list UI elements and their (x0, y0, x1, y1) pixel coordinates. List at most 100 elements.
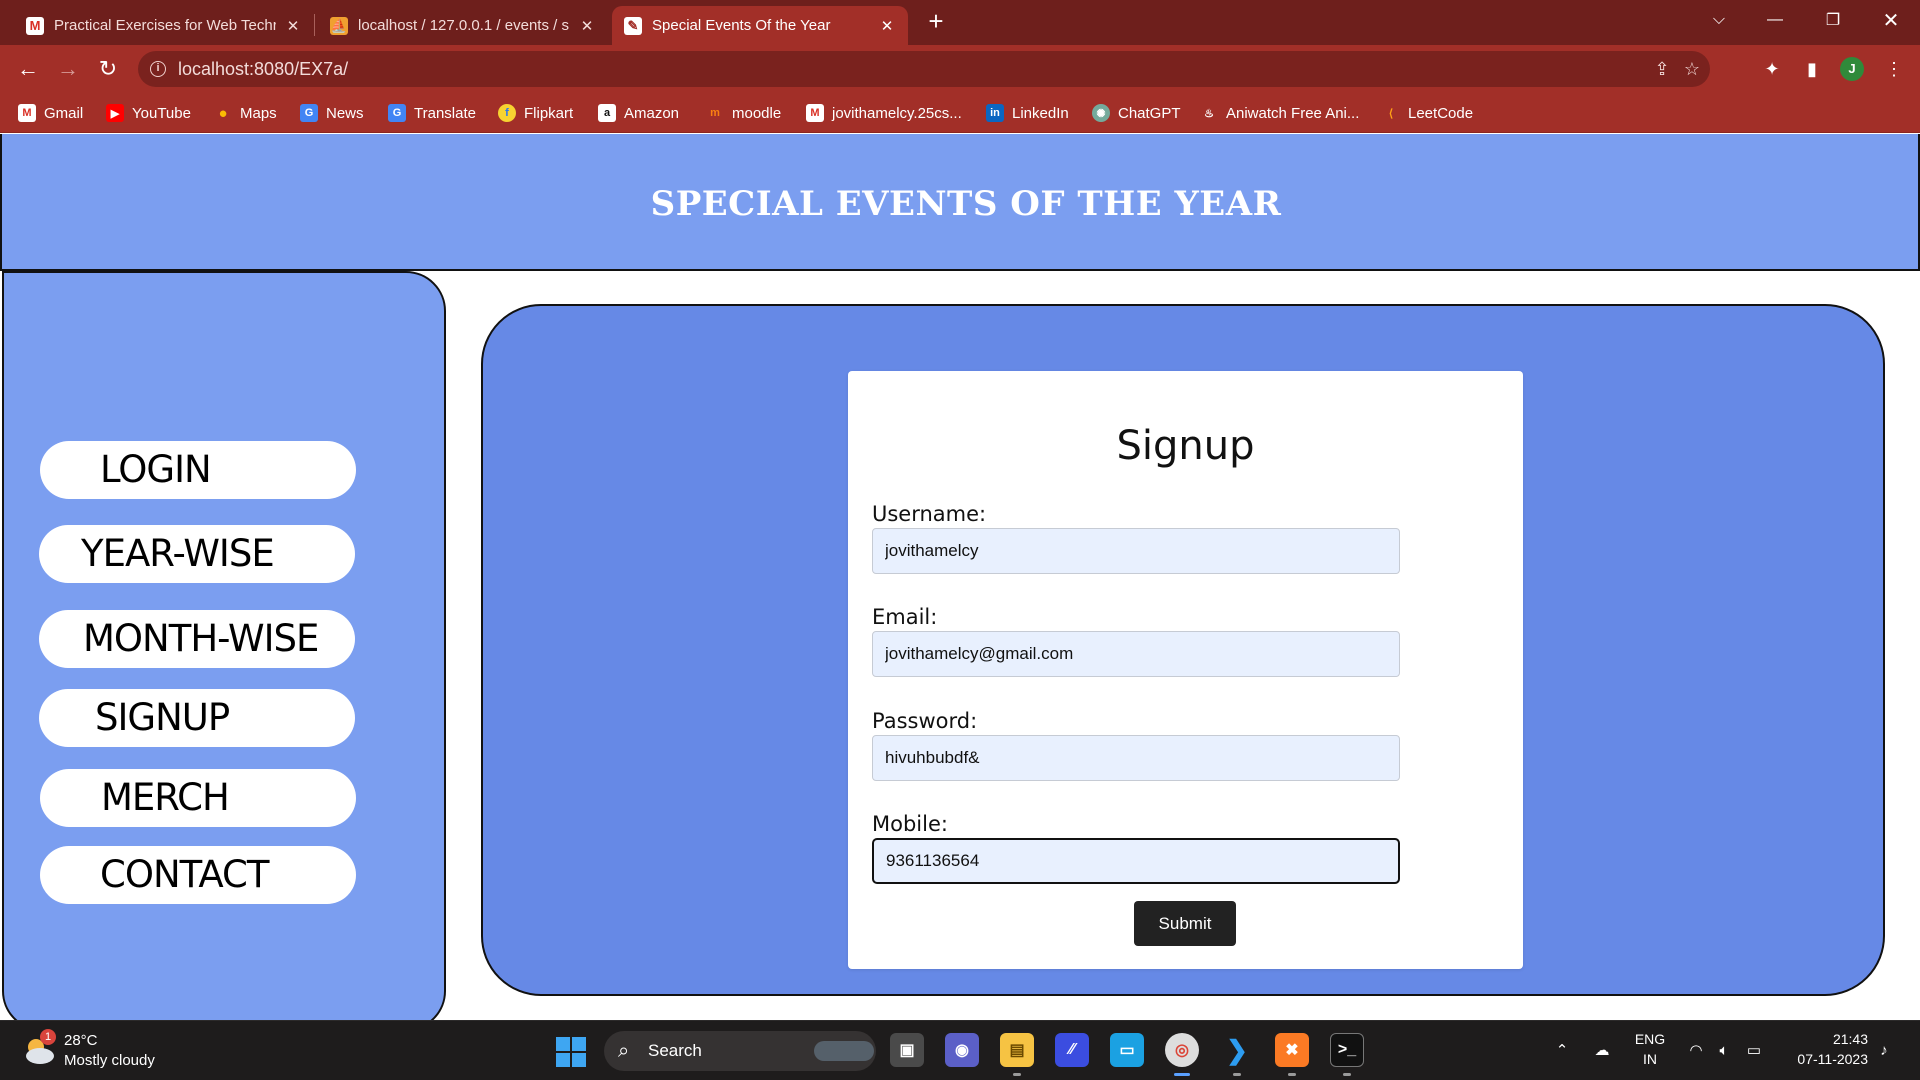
running-indicator (1233, 1073, 1241, 1076)
close-icon[interactable]: ✕ (284, 17, 302, 35)
bookmark-star-icon[interactable]: ☆ (1680, 57, 1704, 81)
extensions-puzzle-icon[interactable]: ✦ (1760, 57, 1784, 81)
site-info-icon[interactable]: i (150, 61, 166, 77)
username-input[interactable] (872, 528, 1400, 574)
moodle-icon: m (710, 107, 720, 119)
gmail-icon: M (18, 104, 36, 122)
taskbar-search[interactable]: ⌕ Search (604, 1031, 876, 1071)
nav-contact-button[interactable]: CONTACT (40, 846, 356, 904)
tab-search-chevron-icon[interactable]: ⌵ (1696, 0, 1742, 40)
tab-special-events[interactable]: ✎ Special Events Of the Year ✕ (612, 6, 908, 45)
bookmark-label: News (326, 104, 364, 122)
battery-icon[interactable]: ▭ (1744, 1041, 1764, 1061)
bookmark-linkedin[interactable]: in LinkedIn (986, 103, 1069, 123)
close-icon[interactable]: ✕ (578, 17, 596, 35)
bookmark-leetcode[interactable]: ⟨ LeetCode (1382, 103, 1473, 123)
notification-bell-icon[interactable]: ♪ (1874, 1041, 1894, 1061)
linkedin-icon: in (986, 104, 1004, 122)
minimize-icon[interactable]: — (1752, 0, 1798, 40)
bookmark-moodle[interactable]: m moodle (706, 103, 781, 123)
nav-merch-button[interactable]: MERCH (40, 769, 356, 827)
aniwatch-icon: ♨ (1204, 107, 1214, 120)
mobile-input[interactable] (872, 838, 1400, 884)
browser-tab-strip: M Practical Exercises for Web Techr ✕ ⛵ … (0, 0, 1920, 45)
forward-arrow-icon[interactable]: → (52, 53, 84, 85)
window-close-icon[interactable]: ✕ (1868, 0, 1914, 40)
url-text[interactable]: localhost:8080/EX7a/ (178, 59, 348, 80)
xampp-icon[interactable]: ✖ (1275, 1033, 1309, 1067)
bookmark-youtube[interactable]: ▶ YouTube (106, 103, 191, 123)
chevron-up-icon[interactable]: ⌃ (1552, 1041, 1572, 1061)
bookmark-flipkart[interactable]: f Flipkart (498, 103, 573, 123)
gmail-icon: M (806, 104, 824, 122)
email-label: Email: (872, 605, 938, 629)
volume-icon[interactable]: 🔈︎ (1714, 1041, 1734, 1061)
nav-login-button[interactable]: LOGIN (40, 441, 356, 499)
bookmark-label: Gmail (44, 104, 84, 122)
search-label: Search (648, 1041, 702, 1060)
youtube-icon: ▶ (106, 104, 124, 122)
bookmark-amazon[interactable]: a Amazon (598, 103, 679, 123)
wifi-icon[interactable]: ◠ (1686, 1041, 1706, 1061)
task-view-icon[interactable]: ▣ (890, 1033, 924, 1067)
bookmark-label: moodle (732, 104, 782, 122)
page-favicon-icon: ✎ (624, 16, 642, 35)
bookmark-aniwatch[interactable]: ♨ Aniwatch Free Ani... (1200, 103, 1359, 123)
email-input[interactable] (872, 631, 1400, 677)
more-menu-icon[interactable]: ⋮ (1882, 57, 1906, 81)
bookmark-maps[interactable]: ● Maps (214, 103, 276, 123)
bookmark-jovithamelcy[interactable]: M jovithamelcy.25cs... (806, 103, 962, 123)
running-indicator (1288, 1073, 1296, 1076)
bookmark-label: LeetCode (1408, 104, 1474, 122)
terminal-icon[interactable]: >_ (1330, 1033, 1364, 1067)
restore-icon[interactable]: ❐ (1810, 0, 1856, 40)
new-tab-button[interactable]: + (920, 6, 952, 38)
clock-time[interactable]: 21:43 (1784, 1031, 1868, 1047)
nav-signup-button[interactable]: SIGNUP (39, 689, 355, 747)
bookmark-chatgpt[interactable]: ✺ ChatGPT (1092, 103, 1181, 123)
tab-title: localhost / 127.0.0.1 / events / si (358, 17, 570, 34)
clock-date[interactable]: 07-11-2023 (1780, 1051, 1868, 1067)
side-panel-icon[interactable]: ▮ (1800, 57, 1824, 81)
windows-start-icon[interactable] (556, 1037, 586, 1067)
bookmarks-bar: M Gmail ▶ YouTube ● Maps G News G Transl… (0, 93, 1920, 133)
search-highlight-icon (814, 1041, 874, 1061)
bookmark-label: Translate (414, 104, 476, 122)
back-arrow-icon[interactable]: ← (12, 53, 44, 85)
form-title: Signup (1116, 423, 1255, 469)
teams-chat-icon[interactable]: ◉ (945, 1033, 979, 1067)
submit-button[interactable]: Submit (1134, 901, 1236, 946)
bookmark-news[interactable]: G News (300, 103, 364, 123)
chrome-icon[interactable]: ◎ (1165, 1033, 1199, 1067)
chatgpt-icon: ✺ (1092, 104, 1110, 122)
address-bar[interactable]: i localhost:8080/EX7a/ ⇪ ☆ (138, 51, 1710, 87)
tab-practical-exercises[interactable]: M Practical Exercises for Web Techr ✕ (14, 6, 314, 45)
password-input[interactable] (872, 735, 1400, 781)
file-explorer-icon[interactable]: ▤ (1000, 1033, 1034, 1067)
profile-avatar[interactable]: J (1840, 57, 1864, 81)
signup-form: Signup Username: Email: Password: Mobile… (848, 371, 1523, 969)
close-icon[interactable]: ✕ (878, 17, 896, 35)
running-indicator (1013, 1073, 1021, 1076)
flipkart-icon: f (498, 104, 516, 122)
share-icon[interactable]: ⇪ (1650, 57, 1674, 81)
remote-desktop-icon[interactable]: ▭ (1110, 1033, 1144, 1067)
onedrive-offline-icon[interactable]: ☁ (1592, 1041, 1612, 1061)
vscode-icon[interactable]: ❯ (1220, 1033, 1254, 1067)
amazon-icon: a (598, 104, 616, 122)
gmail-icon: M (26, 16, 44, 35)
web-page: SPECIAL EVENTS OF THE YEAR LOGIN YEAR-WI… (0, 134, 1920, 1020)
region-indicator[interactable]: IN (1628, 1051, 1672, 1067)
nav-month-wise-button[interactable]: MONTH-WISE (39, 610, 355, 668)
bookmark-translate[interactable]: G Translate (388, 103, 476, 123)
tab-phpmyadmin[interactable]: ⛵ localhost / 127.0.0.1 / events / si ✕ (318, 6, 608, 45)
hackerrank-app-icon[interactable]: ⁄⁄ (1055, 1033, 1089, 1067)
nav-year-wise-button[interactable]: YEAR-WISE (39, 525, 355, 583)
bookmark-label: YouTube (132, 104, 191, 122)
weather-description: Mostly cloudy (64, 1052, 155, 1069)
bookmark-gmail[interactable]: M Gmail (18, 103, 83, 123)
running-indicator (1343, 1073, 1351, 1076)
language-indicator[interactable]: ENG (1628, 1031, 1672, 1047)
bookmark-label: Amazon (624, 104, 680, 122)
reload-icon[interactable]: ↻ (92, 53, 124, 85)
